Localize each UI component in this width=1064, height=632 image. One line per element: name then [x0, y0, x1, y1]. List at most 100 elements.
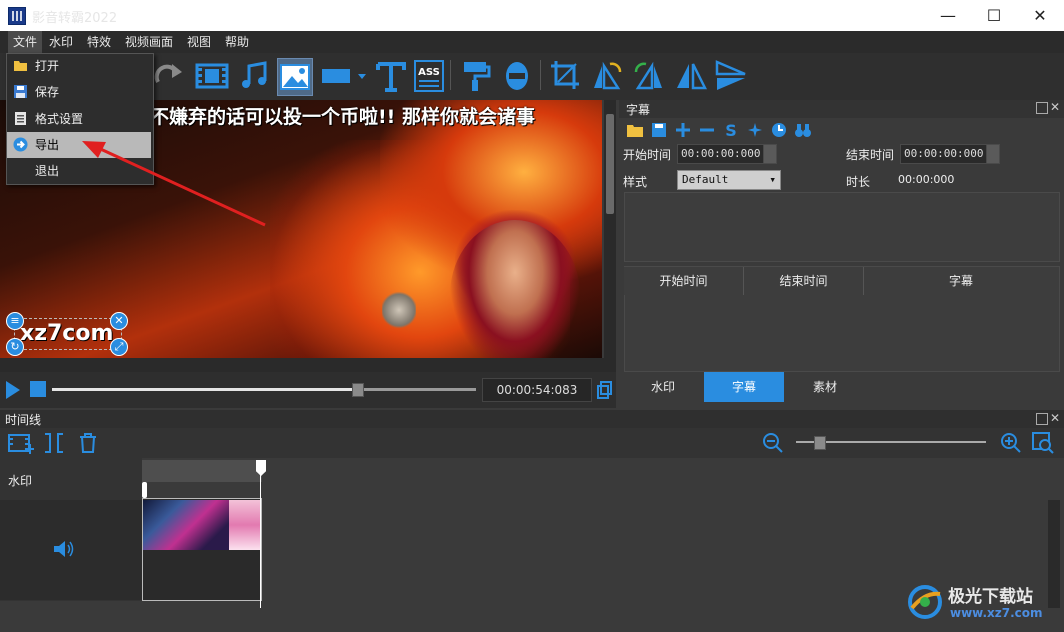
zoom-out-icon[interactable]	[762, 432, 784, 454]
tab-watermark[interactable]: 水印	[623, 372, 703, 402]
annotation-arrow	[82, 141, 266, 227]
timeline-toolbar	[0, 428, 1064, 458]
progress-handle[interactable]	[352, 383, 364, 397]
duration-label: 时长	[846, 175, 871, 189]
delete-icon[interactable]	[78, 432, 98, 454]
timeline-title: 时间线	[5, 413, 42, 427]
chevron-down-icon: ▾	[769, 173, 776, 186]
save-icon[interactable]	[650, 121, 668, 139]
export-icon	[13, 137, 28, 152]
menu-item-save[interactable]: 保存	[7, 79, 151, 105]
end-time-label: 结束时间	[846, 148, 895, 162]
subtitle-panel-header	[619, 100, 1064, 118]
preview-horizontal-scrollbar[interactable]	[0, 358, 616, 372]
zoom-in-icon[interactable]	[1000, 432, 1022, 454]
style-select[interactable]: Default ▾	[677, 170, 781, 190]
zoom-fit-icon[interactable]	[1032, 432, 1054, 454]
remove-icon[interactable]	[698, 121, 716, 139]
video-caption: 不嫌弃的话可以投一个币啦!! 那样你就会诸事	[150, 106, 535, 128]
menu-view[interactable]: 视图	[182, 31, 216, 53]
redo-icon[interactable]	[152, 58, 186, 94]
start-time-label: 开始时间	[623, 148, 672, 162]
rotate-left-icon[interactable]	[590, 58, 624, 94]
sparkle-icon[interactable]	[746, 121, 764, 139]
site-logo-text: 极光下载站	[948, 587, 1033, 607]
music-icon[interactable]	[237, 58, 271, 94]
subtitle-text-area[interactable]	[624, 192, 1060, 262]
column-header-subtitle[interactable]: 字幕	[864, 267, 1058, 295]
progress-fill	[52, 388, 357, 391]
shape-dropdown-icon[interactable]	[320, 58, 372, 94]
watermark-track-clip[interactable]	[142, 460, 262, 482]
site-logo-icon	[908, 585, 942, 619]
split-s-icon[interactable]: S	[722, 121, 740, 139]
close-button[interactable]: ✕	[1017, 0, 1063, 31]
end-time-spinner[interactable]	[986, 144, 1000, 164]
image-icon[interactable]	[277, 58, 313, 96]
performer	[450, 220, 580, 358]
volume-icon[interactable]	[53, 540, 75, 558]
tab-material[interactable]: 素材	[785, 372, 865, 402]
folder-icon	[14, 61, 27, 71]
add-clip-icon[interactable]	[8, 432, 34, 454]
app-icon	[8, 7, 26, 25]
crop-icon[interactable]	[548, 58, 582, 94]
stop-button[interactable]	[30, 381, 46, 397]
window-title: 影音转霸2022	[32, 11, 118, 26]
close-panel-icon[interactable]: ✕	[1050, 100, 1060, 114]
menu-effects[interactable]: 特效	[82, 31, 116, 53]
time-display: 00:00:54:083	[482, 378, 592, 402]
preview-vertical-scrollbar[interactable]	[604, 100, 616, 358]
rotate-right-icon[interactable]	[632, 58, 666, 94]
end-time-input[interactable]: 00:00:00:000	[900, 144, 987, 164]
title-bar	[0, 0, 1064, 32]
minimize-button[interactable]: —	[925, 0, 971, 31]
float-panel-icon[interactable]	[1036, 413, 1048, 425]
watermark-track-label: 水印	[8, 474, 33, 488]
menu-watermark[interactable]: 水印	[44, 31, 78, 53]
rotate-handle-icon[interactable]: ↻	[6, 338, 24, 356]
tab-subtitle[interactable]: 字幕	[704, 372, 784, 402]
float-panel-icon[interactable]	[1036, 102, 1048, 114]
add-icon[interactable]	[674, 121, 692, 139]
menu-help[interactable]: 帮助	[220, 31, 254, 53]
zoom-slider-handle[interactable]	[814, 436, 826, 450]
ass-subtitle-icon[interactable]: ASS	[412, 58, 446, 94]
svg-text:S: S	[725, 121, 737, 139]
column-header-start[interactable]: 开始时间	[624, 267, 744, 295]
menu-handle-icon[interactable]: ≡	[6, 312, 24, 330]
snapshot-icon[interactable]	[597, 381, 613, 399]
paint-roller-icon[interactable]	[458, 58, 492, 94]
clip-trim-handle[interactable]	[142, 482, 147, 498]
binoculars-icon[interactable]	[794, 121, 812, 139]
split-clip-icon[interactable]	[42, 432, 66, 454]
timeline-vertical-scrollbar[interactable]	[1048, 500, 1060, 608]
start-time-spinner[interactable]	[763, 144, 777, 164]
playhead[interactable]	[260, 460, 261, 608]
toolbar-separator	[540, 60, 541, 90]
watermark-text[interactable]: xz7com	[20, 321, 113, 346]
text-icon[interactable]	[374, 58, 408, 94]
svg-text:ASS: ASS	[418, 67, 440, 78]
play-button[interactable]	[6, 381, 20, 399]
open-folder-icon[interactable]	[626, 121, 644, 139]
menu-item-open[interactable]: 打开	[7, 53, 151, 79]
microphone	[382, 290, 416, 330]
flip-horizontal-icon[interactable]	[674, 58, 708, 94]
maximize-button[interactable]: ☐	[971, 0, 1017, 31]
close-handle-icon[interactable]: ✕	[110, 312, 128, 330]
toolbar-separator	[450, 60, 451, 90]
menu-item-format-settings[interactable]: 格式设置	[7, 106, 151, 132]
column-header-end[interactable]: 结束时间	[744, 267, 864, 295]
save-icon	[14, 85, 27, 98]
resize-handle-icon[interactable]: ⤢	[110, 338, 128, 356]
mask-face-icon[interactable]	[500, 58, 534, 94]
close-panel-icon[interactable]: ✕	[1050, 411, 1060, 425]
clock-icon[interactable]	[770, 121, 788, 139]
menu-video-frame[interactable]: 视频画面	[120, 31, 178, 53]
flip-vertical-icon[interactable]	[714, 58, 748, 94]
video-strip-icon[interactable]	[195, 58, 229, 94]
clip-thumbnail	[229, 500, 260, 550]
menu-file[interactable]: 文件	[8, 31, 43, 53]
start-time-input[interactable]: 00:00:00:000	[677, 144, 764, 164]
